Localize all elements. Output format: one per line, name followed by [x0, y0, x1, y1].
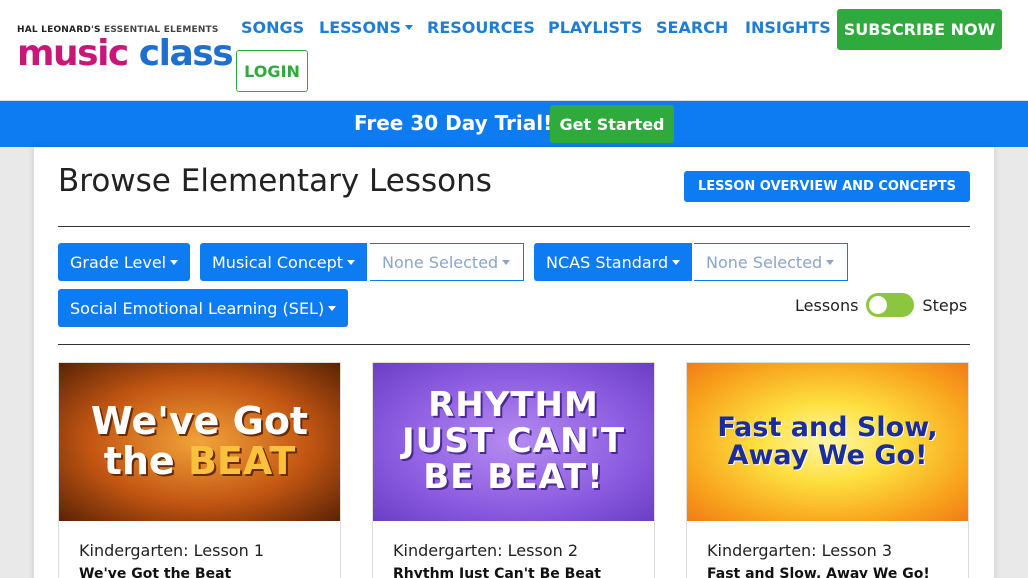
- toggle-steps-label: Steps: [922, 295, 968, 315]
- trial-banner-text: Free 30 Day Trial!: [354, 111, 553, 135]
- lesson-card[interactable]: Fast and Slow, Away We Go! Kindergarten:…: [686, 362, 969, 578]
- sel-label: Social Emotional Learning (SEL): [70, 298, 325, 318]
- caret-down-icon: [672, 259, 681, 265]
- toggle-knob: [869, 296, 888, 314]
- grade-level-dropdown[interactable]: Grade Level: [58, 243, 191, 281]
- lesson-card[interactable]: RHYTHM JUST CAN'T BE BEAT! Kindergarten:…: [372, 362, 655, 578]
- grade-level-label: Grade Level: [70, 252, 167, 272]
- ncas-standard-label: NCAS Standard: [546, 252, 669, 272]
- page-title: Browse Elementary Lessons: [58, 163, 492, 199]
- nav-lessons-dropdown[interactable]: LESSONS: [319, 18, 413, 37]
- caret-down-icon: [347, 259, 356, 265]
- caret-down-icon: [404, 25, 413, 30]
- ncas-standard-value: None Selected: [706, 252, 823, 272]
- ncas-standard-select[interactable]: None Selected: [694, 243, 848, 281]
- caret-down-icon: [826, 259, 835, 265]
- divider: [58, 226, 970, 227]
- lesson-thumbnail[interactable]: RHYTHM JUST CAN'T BE BEAT!: [373, 363, 654, 521]
- ncas-standard-dropdown[interactable]: NCAS Standard: [534, 243, 693, 281]
- nav-playlists[interactable]: PLAYLISTS: [548, 18, 642, 37]
- lesson-meta: Kindergarten: Lesson 3: [707, 541, 892, 560]
- thumbnail-title-art: Fast and Slow, Away We Go!: [717, 411, 938, 471]
- musical-concept-label: Musical Concept: [212, 252, 344, 272]
- lesson-thumbnail[interactable]: We've Got the BEAT: [59, 363, 340, 521]
- lessons-steps-toggle-group: Lessons Steps: [795, 293, 967, 317]
- musical-concept-value: None Selected: [382, 252, 499, 272]
- caret-down-icon: [328, 305, 337, 311]
- lesson-title[interactable]: We've Got the Beat: [59, 560, 340, 578]
- lesson-title[interactable]: Rhythm Just Can't Be Beat: [373, 560, 654, 578]
- nav-lessons-label: LESSONS: [319, 18, 401, 37]
- subscribe-now-button[interactable]: SUBSCRIBE NOW: [837, 9, 1002, 50]
- divider: [58, 344, 970, 345]
- musical-concept-select[interactable]: None Selected: [370, 243, 524, 281]
- lesson-overview-button[interactable]: LESSON OVERVIEW AND CONCEPTS: [684, 171, 970, 202]
- thumbnail-title-art: We've Got the BEAT: [90, 399, 309, 483]
- trial-banner: Free 30 Day Trial! Get Started: [0, 101, 1028, 147]
- logo-wordmark: music class: [17, 33, 234, 74]
- music-class-logo[interactable]: HAL LEONARD'S ESSENTIAL ELEMENTS music c…: [17, 25, 234, 75]
- lesson-card[interactable]: We've Got the BEAT Kindergarten: Lesson …: [58, 362, 341, 578]
- nav-songs[interactable]: SONGS: [241, 18, 304, 37]
- musical-concept-dropdown[interactable]: Musical Concept: [200, 243, 368, 281]
- site-header: HAL LEONARD'S ESSENTIAL ELEMENTS music c…: [0, 0, 1028, 101]
- nav-resources[interactable]: RESOURCES: [427, 18, 535, 37]
- lesson-meta: Kindergarten: Lesson 2: [393, 541, 578, 560]
- login-button[interactable]: LOGIN: [236, 50, 308, 92]
- toggle-lessons-label: Lessons: [795, 295, 859, 315]
- get-started-button[interactable]: Get Started: [550, 105, 674, 143]
- nav-insights[interactable]: INSIGHTS: [745, 18, 831, 37]
- thumbnail-title-art: RHYTHM JUST CAN'T BE BEAT!: [401, 385, 626, 497]
- lesson-title[interactable]: Fast and Slow, Away We Go!: [687, 560, 968, 578]
- caret-down-icon: [170, 259, 179, 265]
- nav-search[interactable]: SEARCH: [656, 18, 728, 37]
- lesson-meta: Kindergarten: Lesson 1: [79, 541, 264, 560]
- caret-down-icon: [502, 259, 511, 265]
- sel-dropdown[interactable]: Social Emotional Learning (SEL): [58, 289, 349, 327]
- lessons-steps-toggle[interactable]: [866, 293, 915, 317]
- lessons-panel: Browse Elementary Lessons LESSON OVERVIE…: [34, 147, 994, 578]
- lesson-thumbnail[interactable]: Fast and Slow, Away We Go!: [687, 363, 968, 521]
